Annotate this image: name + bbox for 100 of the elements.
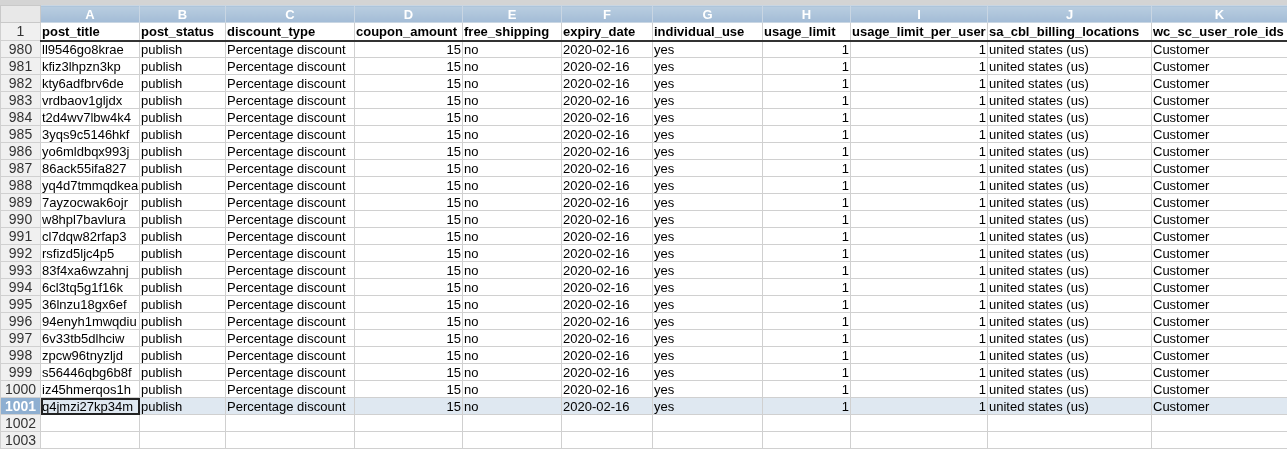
- table-cell[interactable]: Percentage discount: [225, 142, 355, 160]
- table-cell[interactable]: Percentage discount: [225, 176, 355, 194]
- table-cell[interactable]: publish: [139, 210, 226, 228]
- table-cell[interactable]: yes: [652, 193, 763, 211]
- table-cell[interactable]: 1: [762, 108, 851, 126]
- table-cell[interactable]: Percentage discount: [225, 40, 355, 58]
- table-cell[interactable]: 86ack55ifa827: [40, 159, 140, 177]
- table-cell[interactable]: Percentage discount: [225, 210, 355, 228]
- table-cell[interactable]: 2020-02-16: [561, 108, 653, 126]
- table-cell[interactable]: 1: [850, 380, 988, 398]
- table-cell[interactable]: yq4d7tmmqdkea: [40, 176, 140, 194]
- table-cell[interactable]: no: [462, 312, 562, 330]
- table-cell[interactable]: no: [462, 329, 562, 347]
- header-cell[interactable]: post_status: [139, 22, 226, 41]
- table-cell[interactable]: 1: [762, 312, 851, 330]
- table-cell[interactable]: united states (us): [987, 380, 1152, 398]
- table-cell[interactable]: united states (us): [987, 125, 1152, 143]
- table-cell[interactable]: 1: [762, 210, 851, 228]
- table-cell[interactable]: 7ayzocwak6ojr: [40, 193, 140, 211]
- table-cell[interactable]: 1: [762, 125, 851, 143]
- table-cell[interactable]: yes: [652, 210, 763, 228]
- table-cell[interactable]: 2020-02-16: [561, 295, 653, 313]
- table-cell[interactable]: 15: [354, 278, 463, 296]
- table-cell[interactable]: publish: [139, 329, 226, 347]
- table-cell[interactable]: publish: [139, 346, 226, 364]
- table-cell[interactable]: 15: [354, 40, 463, 58]
- table-cell[interactable]: yes: [652, 312, 763, 330]
- table-cell[interactable]: yes: [652, 91, 763, 109]
- table-cell[interactable]: no: [462, 74, 562, 92]
- table-cell[interactable]: 6cl3tq5g1f16k: [40, 278, 140, 296]
- table-cell[interactable]: 1: [850, 210, 988, 228]
- table-cell[interactable]: no: [462, 380, 562, 398]
- table-cell[interactable]: Percentage discount: [225, 346, 355, 364]
- table-cell[interactable]: kty6adfbrv6de: [40, 74, 140, 92]
- table-cell[interactable]: 1: [850, 125, 988, 143]
- table-cell[interactable]: 1: [762, 346, 851, 364]
- table-cell[interactable]: publish: [139, 159, 226, 177]
- table-cell[interactable]: 2020-02-16: [561, 261, 653, 279]
- table-cell[interactable]: united states (us): [987, 312, 1152, 330]
- table-cell[interactable]: ll9546go8krae: [40, 40, 140, 58]
- table-cell[interactable]: rsfizd5ljc4p5: [40, 244, 140, 262]
- table-cell[interactable]: 1: [850, 329, 988, 347]
- table-cell[interactable]: 15: [354, 210, 463, 228]
- table-cell[interactable]: publish: [139, 57, 226, 75]
- table-cell[interactable]: 15: [354, 380, 463, 398]
- table-cell[interactable]: 15: [354, 295, 463, 313]
- table-cell[interactable]: 1: [762, 74, 851, 92]
- table-cell[interactable]: yes: [652, 159, 763, 177]
- table-cell[interactable]: Percentage discount: [225, 295, 355, 313]
- table-cell[interactable]: 15: [354, 244, 463, 262]
- table-cell[interactable]: Percentage discount: [225, 108, 355, 126]
- table-cell[interactable]: publish: [139, 244, 226, 262]
- table-cell[interactable]: no: [462, 91, 562, 109]
- table-cell[interactable]: 1: [762, 278, 851, 296]
- table-cell[interactable]: no: [462, 125, 562, 143]
- table-cell[interactable]: united states (us): [987, 278, 1152, 296]
- table-cell[interactable]: Percentage discount: [225, 244, 355, 262]
- table-cell[interactable]: 1: [762, 91, 851, 109]
- table-cell[interactable]: no: [462, 261, 562, 279]
- table-cell[interactable]: 36lnzu18gx6ef: [40, 295, 140, 313]
- table-cell[interactable]: publish: [139, 380, 226, 398]
- table-cell[interactable]: 1: [762, 40, 851, 58]
- table-cell[interactable]: publish: [139, 176, 226, 194]
- table-cell[interactable]: 1: [850, 159, 988, 177]
- table-cell[interactable]: 2020-02-16: [561, 40, 653, 58]
- table-cell[interactable]: 2020-02-16: [561, 57, 653, 75]
- table-cell[interactable]: 2020-02-16: [561, 244, 653, 262]
- table-cell[interactable]: 15: [354, 57, 463, 75]
- table-cell[interactable]: united states (us): [987, 74, 1152, 92]
- table-cell[interactable]: cl7dqw82rfap3: [40, 227, 140, 245]
- table-cell[interactable]: 2020-02-16: [561, 74, 653, 92]
- table-cell[interactable]: Percentage discount: [225, 91, 355, 109]
- table-cell[interactable]: Percentage discount: [225, 125, 355, 143]
- table-cell[interactable]: 15: [354, 142, 463, 160]
- table-cell[interactable]: 15: [354, 108, 463, 126]
- table-cell[interactable]: 2020-02-16: [561, 346, 653, 364]
- header-cell[interactable]: free_shipping: [462, 22, 562, 41]
- table-cell[interactable]: 1: [850, 91, 988, 109]
- table-cell[interactable]: Percentage discount: [225, 278, 355, 296]
- table-cell[interactable]: publish: [139, 125, 226, 143]
- table-cell[interactable]: united states (us): [987, 295, 1152, 313]
- table-cell[interactable]: publish: [139, 108, 226, 126]
- table-cell[interactable]: w8hpl7bavlura: [40, 210, 140, 228]
- table-cell[interactable]: Percentage discount: [225, 363, 355, 381]
- table-cell[interactable]: yes: [652, 329, 763, 347]
- table-cell[interactable]: kfiz3lhpzn3kp: [40, 57, 140, 75]
- table-cell[interactable]: Percentage discount: [225, 312, 355, 330]
- table-cell[interactable]: 1: [850, 346, 988, 364]
- table-cell[interactable]: publish: [139, 40, 226, 58]
- table-cell[interactable]: 2020-02-16: [561, 176, 653, 194]
- table-cell[interactable]: 15: [354, 91, 463, 109]
- table-cell[interactable]: no: [462, 40, 562, 58]
- table-cell[interactable]: publish: [139, 227, 226, 245]
- table-cell[interactable]: 15: [354, 346, 463, 364]
- table-cell[interactable]: no: [462, 363, 562, 381]
- table-cell[interactable]: united states (us): [987, 261, 1152, 279]
- select-all-corner[interactable]: [0, 5, 41, 23]
- table-cell[interactable]: yes: [652, 108, 763, 126]
- table-cell[interactable]: yes: [652, 176, 763, 194]
- table-cell[interactable]: 2020-02-16: [561, 312, 653, 330]
